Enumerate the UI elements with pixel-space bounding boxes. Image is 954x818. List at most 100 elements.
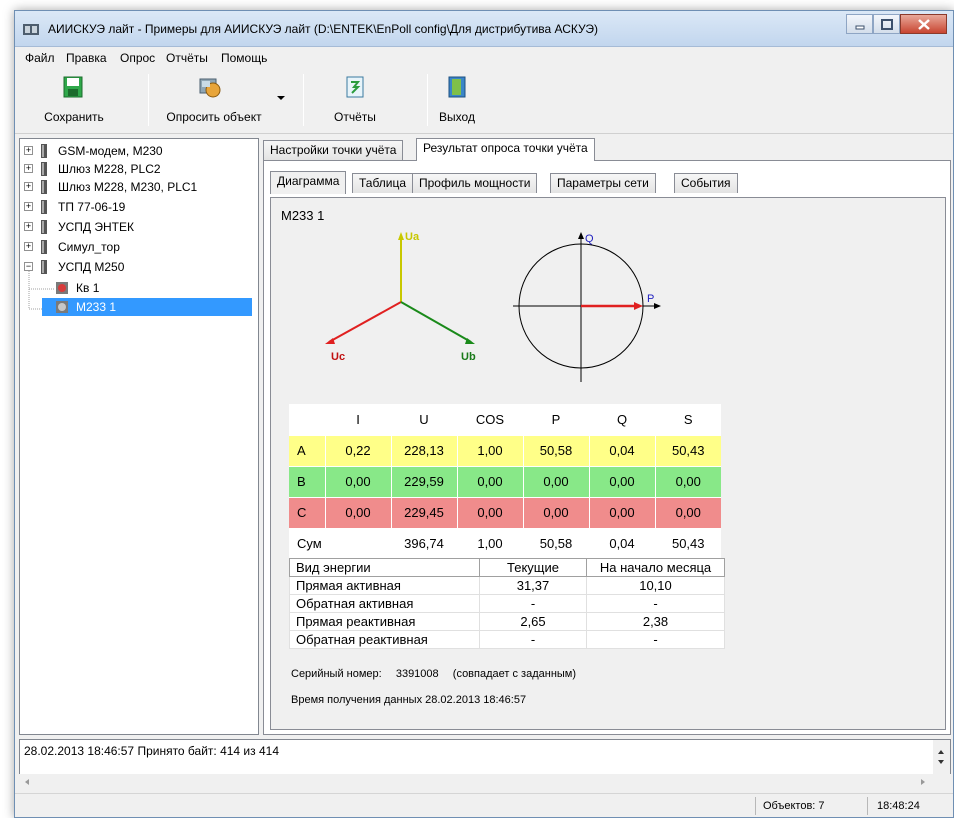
menu-help[interactable]: Помощь xyxy=(221,51,267,65)
close-button[interactable] xyxy=(900,14,947,34)
table-cell: 396,74 xyxy=(390,527,457,559)
energy-row: Обратная реактивная - - xyxy=(289,630,725,649)
tab-label: Диаграмма xyxy=(277,174,340,188)
table-cell: 0,00 xyxy=(456,496,523,528)
tab-label: Настройки точки учёта xyxy=(270,143,397,157)
table-cell: - xyxy=(479,630,587,649)
table-cell xyxy=(324,527,391,559)
expand-icon[interactable]: + xyxy=(24,222,33,231)
menu-bar: Файл Правка Опрос Отчёты Помощь xyxy=(15,48,953,68)
received-label: Время получения данных xyxy=(291,694,423,706)
folder-node-icon xyxy=(41,180,47,194)
table-cell: 1,00 xyxy=(456,527,523,559)
serial-note: (совпадает с заданным) xyxy=(452,668,577,680)
expand-icon[interactable]: + xyxy=(24,182,33,191)
table-cell: 228,13 xyxy=(390,434,457,466)
expand-icon[interactable]: + xyxy=(24,146,33,155)
minimize-button[interactable] xyxy=(846,14,873,34)
table-row-sum: Сум 396,74 1,00 50,58 0,04 50,43 xyxy=(289,527,721,559)
table-row-phase-a: A 0,22 228,13 1,00 50,58 0,04 50,43 xyxy=(289,434,721,466)
table-cell: 31,37 xyxy=(479,576,587,595)
menu-file[interactable]: Файл xyxy=(25,51,55,65)
p-axis-label: P xyxy=(647,293,654,305)
tree-item-label: УСПД ЭНТЕК xyxy=(58,220,134,234)
table-cell: 0,00 xyxy=(588,465,655,497)
tree-item-label: Шлюз М228, М230, PLC1 xyxy=(58,180,198,194)
object-tree[interactable]: + GSM-модем, M230 + Шлюз М228, PLC2 + Шл… xyxy=(19,138,259,735)
collapse-icon[interactable]: − xyxy=(24,262,33,271)
expand-icon[interactable]: + xyxy=(24,242,33,251)
table-header-row: I U COS P Q S xyxy=(289,404,721,435)
log-horizontal-scrollbar[interactable] xyxy=(19,774,951,791)
title-bar: АИИСКУЭ лайт - Примеры для АИИСКУЭ лайт … xyxy=(15,11,953,47)
reports-button[interactable]: Отчёты xyxy=(315,70,395,130)
q-axis-label: Q xyxy=(585,233,594,245)
table-cell: - xyxy=(586,630,725,649)
serial-number-line: Серийный номер: 3391008 (совпадает с зад… xyxy=(291,668,576,680)
toolbar-separator xyxy=(148,74,149,126)
tab-table[interactable]: Таблица xyxy=(352,173,414,193)
table-cell: 1,00 xyxy=(456,434,523,466)
table-cell: 50,43 xyxy=(654,527,721,559)
menu-edit[interactable]: Правка xyxy=(66,51,107,65)
table-header: P xyxy=(522,404,589,435)
toolbar-separator xyxy=(303,74,304,126)
folder-node-icon xyxy=(41,162,47,176)
table-header: COS xyxy=(456,404,523,435)
tab-point-settings[interactable]: Настройки точки учёта xyxy=(263,140,404,160)
table-row-phase-c: C 0,00 229,45 0,00 0,00 0,00 0,00 xyxy=(289,496,721,528)
tab-network-params[interactable]: Параметры сети xyxy=(550,173,656,193)
table-header xyxy=(289,404,325,435)
tab-diagram[interactable]: Диаграмма xyxy=(270,171,347,194)
table-cell: 2,38 xyxy=(586,612,725,631)
save-button[interactable]: Сохранить xyxy=(19,70,129,130)
meter-icon xyxy=(56,282,68,294)
objects-count: Объектов: 7 xyxy=(763,800,825,812)
table-cell: - xyxy=(586,594,725,613)
table-cell: 0,00 xyxy=(654,465,721,497)
menu-reports[interactable]: Отчёты xyxy=(166,51,208,65)
table-cell: A xyxy=(289,434,325,466)
uc-label: Uc xyxy=(331,351,345,363)
poll-result-panel: Диаграмма Таблица Профиль мощности Парам… xyxy=(263,160,951,735)
tree-item-label: М233 1 xyxy=(76,300,117,314)
tab-power-profile[interactable]: Профиль мощности xyxy=(412,173,538,193)
table-cell: - xyxy=(479,594,587,613)
table-row-phase-b: B 0,00 229,59 0,00 0,00 0,00 0,00 xyxy=(289,465,721,497)
poll-object-button[interactable]: Опросить объект xyxy=(153,70,293,130)
app-window: АИИСКУЭ лайт - Примеры для АИИСКУЭ лайт … xyxy=(14,10,954,818)
toolbar-separator xyxy=(427,74,428,126)
tab-label: Параметры сети xyxy=(557,176,649,190)
menu-poll[interactable]: Опрос xyxy=(120,51,155,65)
voltage-vector-diagram: Ua Uc Ub xyxy=(325,232,476,363)
table-header: Q xyxy=(588,404,655,435)
tree-item-label: ТП 77-06-19 xyxy=(58,200,126,214)
close-icon xyxy=(918,19,930,30)
table-cell: 0,00 xyxy=(324,496,391,528)
expand-icon[interactable]: + xyxy=(24,202,33,211)
table-header: U xyxy=(390,404,457,435)
tree-item-label: GSM-модем, M230 xyxy=(58,144,163,158)
exit-button[interactable]: Выход xyxy=(437,70,477,130)
ub-label: Ub xyxy=(461,351,476,363)
tab-label: Результат опроса точки учёта xyxy=(423,141,588,155)
table-cell: 2,65 xyxy=(479,612,587,631)
meter-icon xyxy=(56,301,68,313)
table-cell: Прямая реактивная xyxy=(289,612,480,631)
toolbar: Сохранить Опросить объект Отчёты Выход xyxy=(15,68,953,134)
tree-item-label: УСПД М250 xyxy=(58,260,125,274)
reports-label: Отчёты xyxy=(334,110,376,124)
expand-icon[interactable]: + xyxy=(24,164,33,173)
table-header: Вид энергии xyxy=(289,558,480,577)
energy-row: Обратная активная - - xyxy=(289,594,725,613)
table-cell: 50,43 xyxy=(654,434,721,466)
status-time: 18:48:24 xyxy=(877,800,920,812)
dropdown-arrow-icon[interactable] xyxy=(277,96,285,101)
status-bar: Объектов: 7 18:48:24 xyxy=(15,793,953,817)
tab-poll-result[interactable]: Результат опроса точки учёта xyxy=(416,138,595,161)
tree-item-m233-selected[interactable]: М233 1 xyxy=(42,298,252,316)
maximize-button[interactable] xyxy=(873,14,900,34)
poll-object-icon xyxy=(199,78,221,98)
save-label: Сохранить xyxy=(44,110,104,124)
tab-events[interactable]: События xyxy=(674,173,738,193)
